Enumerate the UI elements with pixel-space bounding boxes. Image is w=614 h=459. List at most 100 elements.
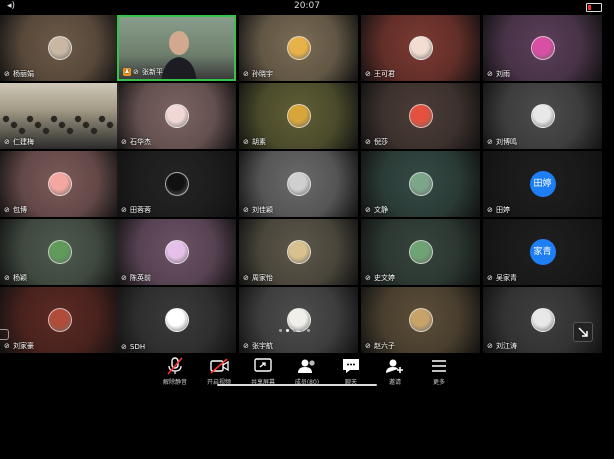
- battery-icon: [586, 3, 602, 12]
- participant-tile[interactable]: ⊘ 包博: [0, 151, 119, 217]
- avatar: [408, 36, 433, 60]
- participant-name-label: 王可君: [374, 70, 395, 78]
- mic-muted-icon: ⊘: [365, 273, 371, 282]
- participant-name: ⊘ 倪莎: [365, 137, 388, 147]
- side-handle[interactable]: [0, 329, 9, 340]
- participant-name: ⊘ 胡素: [243, 137, 266, 147]
- avatar: [408, 240, 433, 264]
- participant-name: ⊘ 刘博鸣: [487, 137, 517, 147]
- participant-tile[interactable]: ⊘ 史文婷: [361, 219, 480, 285]
- participant-name-label: 石华杰: [130, 138, 151, 146]
- participant-tile[interactable]: ♟ ⊘ 张新平: [117, 15, 236, 81]
- participant-name-label: 仁建梅: [13, 138, 34, 146]
- video-feed: [159, 25, 199, 79]
- participant-tile[interactable]: 家青 ⊘ 吴家青: [483, 219, 602, 285]
- mic-muted-icon: ⊘: [121, 342, 127, 351]
- participant-name-label: 田蓉蓉: [130, 206, 151, 214]
- participant-tile[interactable]: ⊘ 文静: [361, 151, 480, 217]
- avatar: 家青: [529, 239, 556, 265]
- participant-tile[interactable]: ⊘ 杨丽娟: [0, 15, 119, 81]
- page-indicator: [279, 329, 310, 332]
- participant-name: ⊘ 田蓉蓉: [121, 205, 151, 215]
- avatar: [47, 308, 72, 332]
- participant-name-label: 赵六子: [374, 342, 395, 350]
- participant-name-label: 陈英前: [130, 274, 151, 282]
- status-bar: ◂) 20:07: [0, 0, 614, 15]
- participant-tile[interactable]: ⊘ 赵六子: [361, 287, 480, 353]
- participant-tile[interactable]: ⊘ 刘雨: [483, 15, 602, 81]
- status-time: 20:07: [294, 1, 320, 11]
- mic-muted-icon: ⊘: [487, 137, 493, 146]
- mic-muted-icon: ⊘: [243, 69, 249, 78]
- participant-name: ⊘ 包博: [4, 205, 27, 215]
- toolbar-button[interactable]: 解除静音: [152, 355, 198, 389]
- video-off-icon: [208, 357, 230, 375]
- mic-muted-icon: ⊘: [243, 273, 249, 282]
- participant-name: ⊘ 刘江涛: [487, 341, 517, 351]
- avatar: [286, 172, 311, 196]
- participant-name-label: SDH: [130, 343, 146, 351]
- participant-name: ♟ ⊘ 张新平: [123, 67, 163, 77]
- home-indicator: [217, 384, 377, 386]
- mic-muted-icon: ⊘: [243, 341, 249, 350]
- participant-name-label: 史文婷: [374, 274, 395, 282]
- participant-tile[interactable]: 田婷 ⊘ 田婷: [483, 151, 602, 217]
- participant-name-label: 包博: [13, 206, 27, 214]
- participant-name: ⊘ SDH: [121, 343, 145, 351]
- mic-muted-icon: ⊘: [243, 137, 249, 146]
- participant-name-label: 刘博鸣: [496, 138, 517, 146]
- participant-name: ⊘ 孙晓宇: [243, 69, 273, 79]
- mic-muted-icon: ⊘: [4, 273, 10, 282]
- participant-tile[interactable]: ⊘ 杨颖: [0, 219, 119, 285]
- toolbar-button[interactable]: 邀请: [372, 355, 418, 389]
- chat-icon: [340, 357, 362, 375]
- host-icon: ♟: [123, 68, 131, 76]
- participant-tile[interactable]: ⊘ 王可君: [361, 15, 480, 81]
- participant-name: ⊘ 田婷: [487, 205, 510, 215]
- mic-muted-icon: ⊘: [121, 273, 127, 282]
- participant-tile[interactable]: ⊘ 倪莎: [361, 83, 480, 149]
- participant-name: ⊘ 杨丽娟: [4, 69, 34, 79]
- participant-tile[interactable]: ⊘ 石华杰: [117, 83, 236, 149]
- participant-tile[interactable]: ⊘ 孙晓宇: [239, 15, 358, 81]
- mic-muted-icon: ⊘: [487, 205, 493, 214]
- participant-tile[interactable]: ⊘ 陈英前: [117, 219, 236, 285]
- mic-muted-icon: ⊘: [365, 205, 371, 214]
- more-icon: [428, 357, 450, 375]
- participant-name-label: 孙晓宇: [252, 70, 273, 78]
- participant-tile[interactable]: ⊘ SDH: [117, 287, 236, 353]
- participant-tile[interactable]: ⊘ 刘佳颖: [239, 151, 358, 217]
- participant-name-label: 杨丽娟: [13, 70, 34, 78]
- participant-name-label: 刘家豪: [13, 342, 34, 350]
- participant-tile[interactable]: ⊘ 张宇航: [239, 287, 358, 353]
- avatar: [47, 36, 72, 60]
- avatar: [530, 36, 555, 60]
- participant-name-label: 胡素: [252, 138, 266, 146]
- avatar: [286, 240, 311, 264]
- invite-icon: [384, 357, 406, 375]
- participant-tile[interactable]: ⊘ 仁建梅: [0, 83, 119, 149]
- mic-muted-icon: [164, 357, 186, 375]
- participant-tile[interactable]: ⊘ 田蓉蓉: [117, 151, 236, 217]
- participant-name-label: 张宇航: [252, 342, 273, 350]
- mic-muted-icon: ⊘: [4, 341, 10, 350]
- participant-tile[interactable]: ⊘ 刘博鸣: [483, 83, 602, 149]
- share-screen-icon: [252, 357, 274, 375]
- participant-name: ⊘ 刘雨: [487, 69, 510, 79]
- participant-tile[interactable]: ⊘ 刘家豪: [0, 287, 119, 353]
- participant-name-label: 吴家青: [496, 274, 517, 282]
- participant-tile[interactable]: ⊘ 周家怡: [239, 219, 358, 285]
- participant-tile[interactable]: ⊘ 刘江涛: [483, 287, 602, 353]
- participant-name-label: 刘江涛: [496, 342, 517, 350]
- participant-name-label: 杨颖: [13, 274, 27, 282]
- participant-name: ⊘ 陈英前: [121, 273, 151, 283]
- avatar: [408, 172, 433, 196]
- toolbar-button[interactable]: 更多: [416, 355, 462, 389]
- mic-muted-icon: ⊘: [121, 205, 127, 214]
- participant-name-label: 田婷: [496, 206, 510, 214]
- participant-name-label: 周家怡: [252, 274, 273, 282]
- participant-name-label: 张新平: [142, 68, 163, 76]
- expand-button[interactable]: [573, 322, 593, 342]
- participant-tile[interactable]: ⊘ 胡素: [239, 83, 358, 149]
- avatar: [530, 308, 555, 332]
